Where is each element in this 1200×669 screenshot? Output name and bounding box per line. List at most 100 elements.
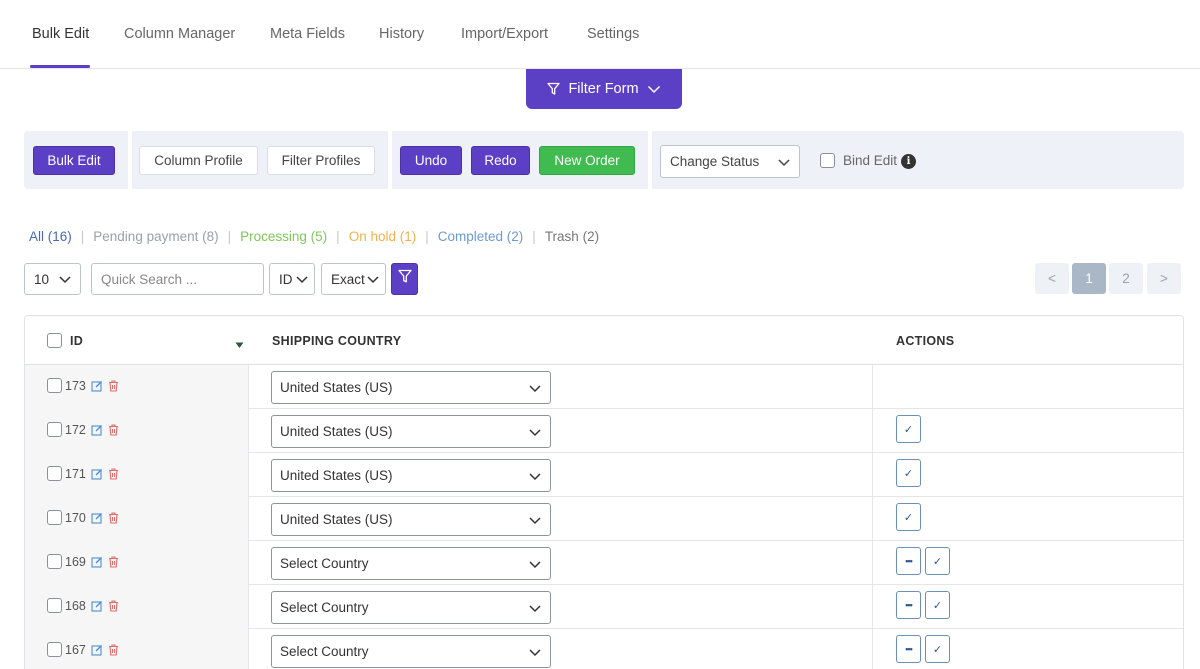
status-pending-link[interactable]: Pending payment (8) <box>93 229 218 244</box>
row-more-button[interactable]: ••• <box>896 635 921 663</box>
row-checkbox[interactable] <box>47 598 62 613</box>
row-save-button[interactable]: ✓ <box>896 415 921 443</box>
edit-icon[interactable] <box>91 511 103 529</box>
status-trash-link[interactable]: Trash (2) <box>545 229 599 244</box>
shipping-country-select[interactable]: United States (US) <box>271 371 551 404</box>
more-dots-icon: ••• <box>905 600 913 610</box>
redo-button[interactable]: Redo <box>471 146 530 175</box>
row-save-button[interactable]: ✓ <box>896 503 921 531</box>
table-row: 173 United States (US) <box>25 365 1183 409</box>
row-save-button[interactable]: ✓ <box>896 459 921 487</box>
status-filter-bar: All (16) | Pending payment (8) | Process… <box>29 229 599 244</box>
status-processing-link[interactable]: Processing (5) <box>240 229 327 244</box>
tab-settings[interactable]: Settings <box>587 26 639 42</box>
sort-down-icon[interactable] <box>235 336 244 354</box>
column-header-shipping-country[interactable]: SHIPPING COUNTRY <box>272 334 401 348</box>
edit-icon[interactable] <box>91 643 103 661</box>
bulk-edit-button[interactable]: Bulk Edit <box>33 146 115 175</box>
row-checkbox[interactable] <box>47 422 62 437</box>
row-save-button[interactable]: ✓ <box>925 591 950 619</box>
status-separator: | <box>336 229 340 244</box>
table-row: 168 Select Country ••• ✓ <box>25 585 1183 629</box>
row-checkbox[interactable] <box>47 466 62 481</box>
search-match-select[interactable]: Exact <box>321 263 386 295</box>
row-save-button[interactable]: ✓ <box>925 635 950 663</box>
column-header-actions: ACTIONS <box>896 334 955 348</box>
info-icon[interactable]: i <box>901 154 916 169</box>
tab-meta-fields[interactable]: Meta Fields <box>270 26 345 42</box>
apply-filter-button[interactable] <box>391 263 418 295</box>
row-save-button[interactable]: ✓ <box>925 547 950 575</box>
edit-icon[interactable] <box>91 599 103 617</box>
shipping-country-select[interactable]: Select Country <box>271 591 551 624</box>
change-status-label: Change Status <box>670 154 760 169</box>
trash-icon[interactable] <box>108 467 119 485</box>
per-page-select[interactable]: 10 <box>24 263 81 295</box>
shipping-country-select[interactable]: Select Country <box>271 635 551 668</box>
trash-icon[interactable] <box>108 511 119 529</box>
bind-edit-checkbox[interactable] <box>820 153 835 168</box>
shipping-country-cell: Select Country <box>249 541 873 585</box>
shipping-country-value: United States (US) <box>280 468 393 483</box>
shipping-country-cell: Select Country <box>249 585 873 629</box>
pagination-page-2[interactable]: 2 <box>1109 263 1143 294</box>
shipping-country-select[interactable]: United States (US) <box>271 459 551 492</box>
trash-icon[interactable] <box>108 379 119 397</box>
tab-column-manager[interactable]: Column Manager <box>124 26 235 42</box>
row-more-button[interactable]: ••• <box>896 591 921 619</box>
chevron-down-icon <box>529 468 541 483</box>
trash-icon[interactable] <box>108 599 119 617</box>
row-checkbox[interactable] <box>47 510 62 525</box>
trash-icon[interactable] <box>108 555 119 573</box>
column-header-id[interactable]: ID <box>70 334 83 348</box>
shipping-country-select[interactable]: United States (US) <box>271 503 551 536</box>
status-separator: | <box>227 229 232 244</box>
edit-icon[interactable] <box>91 423 103 441</box>
pagination-prev-button[interactable]: < <box>1035 263 1069 294</box>
status-separator: | <box>532 229 536 244</box>
row-checkbox[interactable] <box>47 378 62 393</box>
id-cell: 167 <box>25 629 249 669</box>
row-more-button[interactable]: ••• <box>896 547 921 575</box>
quick-search-input[interactable]: Quick Search ... <box>91 263 264 295</box>
column-profile-button[interactable]: Column Profile <box>139 146 258 175</box>
chevron-down-icon <box>529 512 541 527</box>
row-checkbox[interactable] <box>47 642 62 657</box>
row-id: 169 <box>65 555 86 569</box>
search-field-select[interactable]: ID <box>269 263 315 295</box>
search-match-value: Exact <box>331 271 365 287</box>
search-field-value: ID <box>279 271 293 287</box>
toolbar: Bulk Edit Column Profile Filter Profiles… <box>24 131 1184 189</box>
status-completed-link[interactable]: Completed (2) <box>438 229 524 244</box>
tab-import-export[interactable]: Import/Export <box>461 26 548 42</box>
undo-button[interactable]: Undo <box>400 146 462 175</box>
filter-form-button[interactable]: Filter Form <box>526 69 682 109</box>
pagination-page-1[interactable]: 1 <box>1072 263 1106 294</box>
more-dots-icon: ••• <box>905 556 913 566</box>
tab-bulk-edit[interactable]: Bulk Edit <box>32 26 89 42</box>
edit-icon[interactable] <box>91 467 103 485</box>
filter-profiles-button[interactable]: Filter Profiles <box>267 146 375 175</box>
change-status-select[interactable]: Change Status <box>660 145 800 178</box>
toolbar-divider <box>128 131 132 189</box>
tab-history[interactable]: History <box>379 26 424 42</box>
shipping-country-cell: United States (US) <box>249 409 873 453</box>
shipping-country-select[interactable]: Select Country <box>271 547 551 580</box>
edit-icon[interactable] <box>91 379 103 397</box>
status-on-hold-link[interactable]: On hold (1) <box>349 229 417 244</box>
more-dots-icon: ••• <box>905 644 913 654</box>
trash-icon[interactable] <box>108 423 119 441</box>
pagination-next-button[interactable]: > <box>1147 263 1181 294</box>
id-cell: 171 <box>25 453 249 497</box>
row-checkbox[interactable] <box>47 554 62 569</box>
status-all-link[interactable]: All (16) <box>29 229 72 244</box>
shipping-country-select[interactable]: United States (US) <box>271 415 551 448</box>
shipping-country-cell: United States (US) <box>249 453 873 497</box>
trash-icon[interactable] <box>108 643 119 661</box>
row-id: 170 <box>65 511 86 525</box>
table-row: 170 United States (US) ✓ <box>25 497 1183 541</box>
table-header: ID SHIPPING COUNTRY ACTIONS <box>25 316 1183 365</box>
edit-icon[interactable] <box>91 555 103 573</box>
select-all-checkbox[interactable] <box>47 333 62 348</box>
new-order-button[interactable]: New Order <box>539 146 635 175</box>
